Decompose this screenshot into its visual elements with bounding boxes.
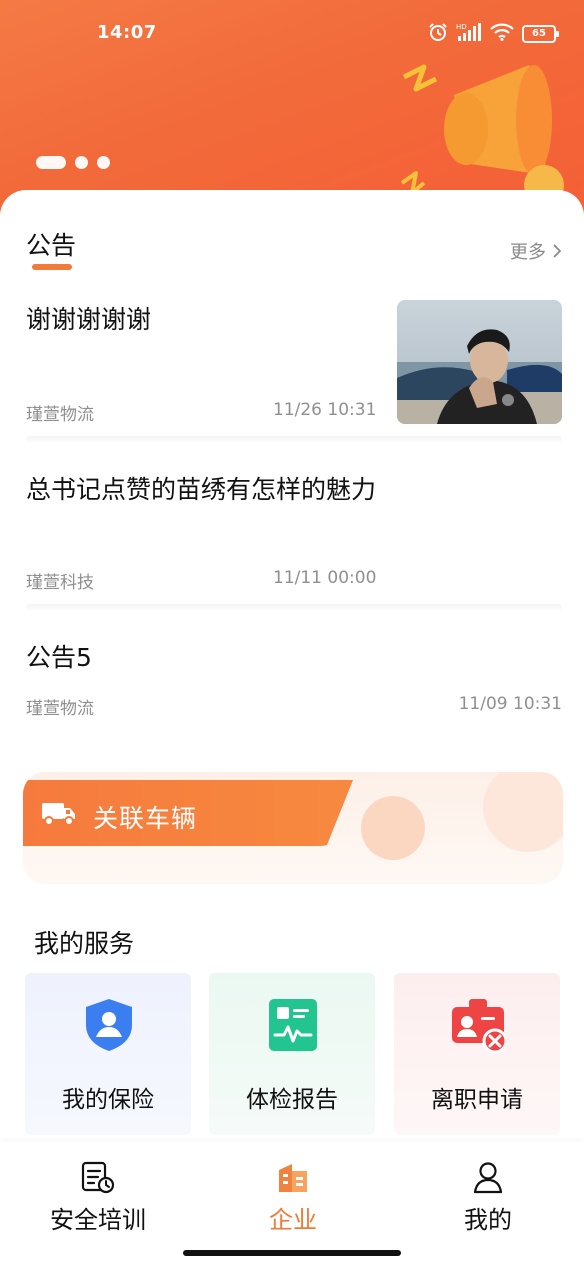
main-card: 公告 更多 谢谢谢谢谢 瑾萱物流 11/26 10:31 总书记点赞的苗绣有怎样… — [0, 190, 584, 1266]
news-date: 11/26 10:31 — [273, 400, 377, 420]
news-thumbnail — [397, 300, 562, 424]
service-label: 我的保险 — [62, 1087, 154, 1113]
news-title: 公告5 — [26, 643, 92, 672]
nav-label: 安全培训 — [50, 1206, 146, 1234]
notice-title-underline — [32, 264, 72, 270]
training-icon — [81, 1161, 115, 1194]
news-title: 谢谢谢谢谢 — [26, 305, 152, 334]
vehicle-tab[interactable]: 关联车辆 — [23, 780, 353, 846]
divider — [26, 604, 562, 610]
svg-text:HD: HD — [456, 23, 467, 31]
decor-bubble — [361, 796, 425, 860]
news-date: 11/11 00:00 — [273, 568, 377, 588]
banner[interactable]: 14:07 HD 65 — [0, 0, 584, 215]
truck-icon — [42, 803, 75, 826]
carousel-dots[interactable] — [36, 156, 110, 169]
battery-icon: 65 — [522, 25, 559, 43]
wifi-icon — [490, 23, 514, 45]
nav-label: 我的 — [464, 1206, 512, 1234]
hd-signal-icon: HD — [456, 22, 482, 46]
health-report-icon — [269, 999, 317, 1051]
notice-more-link[interactable]: 更多 — [510, 238, 562, 264]
home-indicator[interactable] — [183, 1250, 401, 1256]
service-label: 体检报告 — [246, 1087, 338, 1113]
megaphone-icon — [400, 64, 564, 205]
news-date: 11/09 10:31 — [458, 694, 562, 714]
notice-header: 公告 更多 — [26, 226, 564, 272]
vehicle-card[interactable]: 关联车辆 — [23, 772, 563, 884]
news-source: 瑾萱物流 — [26, 699, 94, 719]
service-insurance[interactable]: 我的保险 — [25, 973, 191, 1135]
profile-icon — [473, 1162, 503, 1194]
vehicle-label: 关联车辆 — [93, 804, 198, 833]
news-item[interactable]: 总书记点赞的苗绣有怎样的魅力 瑾萱科技 11/11 00:00 — [26, 470, 562, 593]
insurance-shield-icon — [86, 999, 132, 1051]
chevron-right-icon — [553, 244, 562, 258]
nav-item-profile[interactable]: 我的 — [423, 1160, 553, 1235]
carousel-dot[interactable] — [36, 156, 66, 169]
decor-bubble — [483, 772, 563, 852]
nav-item-company[interactable]: 企业 — [228, 1160, 358, 1235]
news-title: 总书记点赞的苗绣有怎样的魅力 — [26, 475, 377, 504]
services-title: 我的服务 — [34, 929, 135, 958]
carousel-dot[interactable] — [97, 156, 110, 169]
carousel-dot[interactable] — [75, 156, 88, 169]
status-time: 14:07 — [97, 22, 157, 43]
notice-more-label: 更多 — [510, 242, 546, 263]
resignation-badge-icon — [452, 999, 505, 1053]
alarm-icon — [428, 22, 448, 46]
notice-title: 公告 — [26, 231, 77, 260]
news-item[interactable]: 公告5 瑾萱物流 11/09 10:31 — [26, 638, 562, 719]
divider — [26, 436, 562, 442]
nav-label: 企业 — [269, 1206, 317, 1234]
bottom-nav: 安全培训 企业 我的 — [0, 1142, 584, 1266]
company-building-icon — [279, 1164, 307, 1192]
nav-item-training[interactable]: 安全培训 — [33, 1160, 163, 1235]
news-source: 瑾萱物流 — [26, 405, 94, 425]
service-health-report[interactable]: 体检报告 — [209, 973, 375, 1135]
status-icons: HD 65 — [428, 22, 559, 46]
news-item[interactable]: 谢谢谢谢谢 瑾萱物流 11/26 10:31 — [26, 300, 562, 425]
service-label: 离职申请 — [431, 1087, 523, 1113]
news-source: 瑾萱科技 — [26, 573, 94, 593]
service-resignation[interactable]: 离职申请 — [394, 973, 560, 1135]
